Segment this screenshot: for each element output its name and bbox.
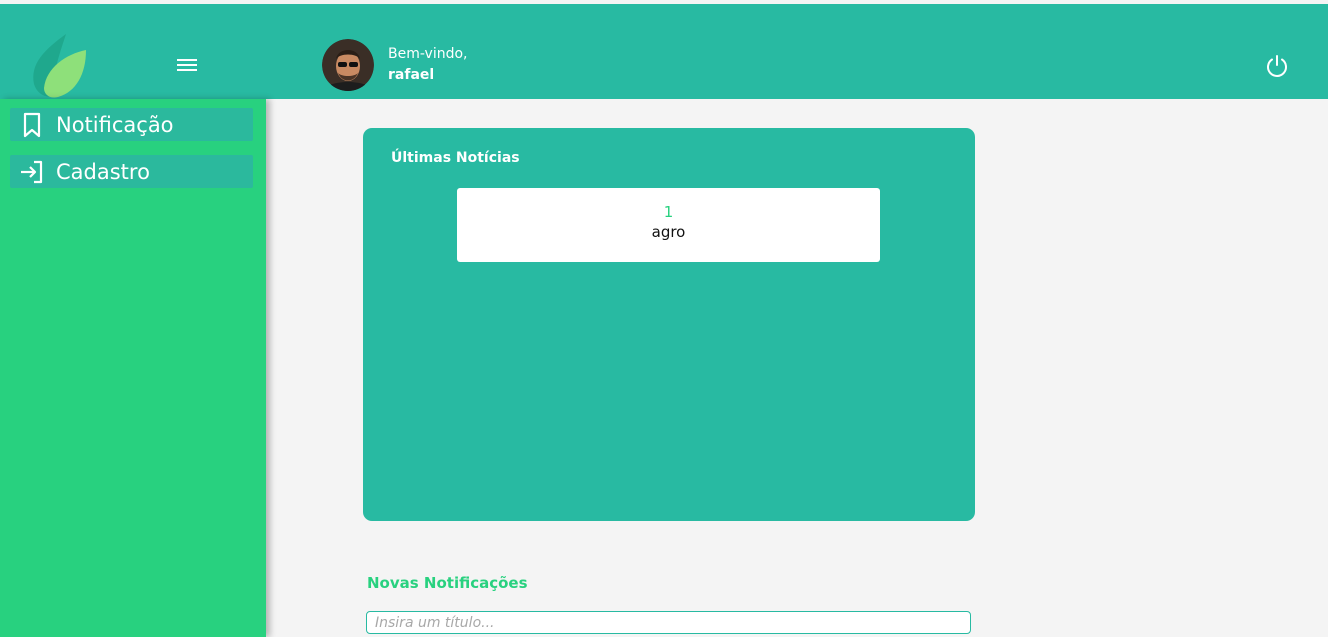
leaf-logo-icon: [33, 34, 86, 98]
sidebar-item-label: Cadastro: [56, 159, 150, 184]
title-input[interactable]: [366, 611, 971, 634]
user-name: rafael: [388, 67, 435, 83]
latest-news-card: Últimas Notícias 1 agro: [363, 128, 975, 521]
news-item[interactable]: 1 agro: [457, 188, 880, 262]
sidebar-item-notificacao[interactable]: Notificação: [10, 108, 253, 141]
latest-news-title: Últimas Notícias: [391, 150, 520, 166]
welcome-message: Bem-vindo, rafael: [388, 44, 467, 86]
sidebar-item-cadastro[interactable]: Cadastro: [10, 155, 253, 188]
sidebar: Notificação Cadastro: [0, 99, 266, 637]
bookmark-icon: [18, 111, 46, 139]
new-notifications-title: Novas Notificações: [367, 574, 528, 592]
news-item-text: agro: [651, 223, 686, 241]
avatar[interactable]: [322, 39, 374, 91]
top-bar: Bem-vindo, rafael: [0, 4, 1328, 99]
sidebar-item-label: Notificação: [56, 112, 174, 137]
welcome-text: Bem-vindo,: [388, 46, 468, 62]
sign-in-icon: [18, 158, 46, 186]
news-item-number: 1: [663, 203, 674, 221]
power-icon[interactable]: [1263, 52, 1291, 80]
hamburger-menu-icon[interactable]: [174, 54, 200, 76]
